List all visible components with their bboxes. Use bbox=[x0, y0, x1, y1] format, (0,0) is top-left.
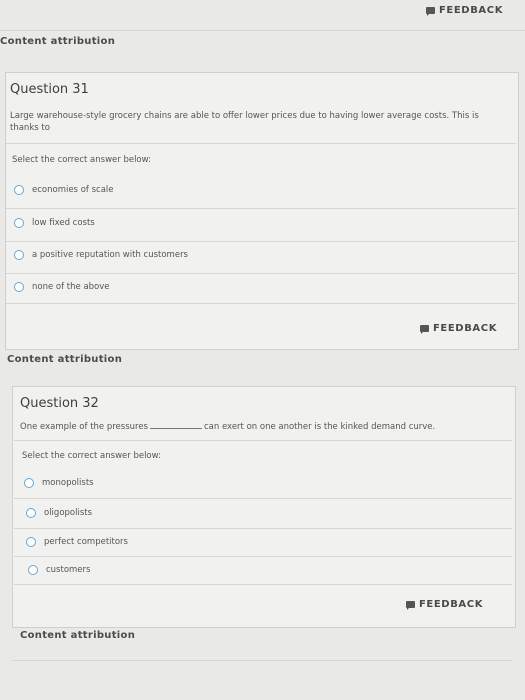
radio-button[interactable] bbox=[24, 478, 34, 488]
option-label: monopolists bbox=[42, 478, 94, 488]
question-32-text: One example of the pressures can exert on… bbox=[20, 421, 510, 433]
option-customers[interactable]: customers bbox=[28, 565, 90, 575]
option-monopolists[interactable]: monopolists bbox=[24, 478, 94, 488]
option-label: a positive reputation with customers bbox=[32, 250, 188, 260]
content-attribution-link[interactable]: Content attribution bbox=[7, 354, 122, 365]
option-positive-reputation[interactable]: a positive reputation with customers bbox=[14, 250, 188, 260]
select-prompt: Select the correct answer below: bbox=[12, 155, 151, 165]
question-31-text: Large warehouse-style grocery chains are… bbox=[10, 111, 479, 133]
option-none-of-the-above[interactable]: none of the above bbox=[14, 282, 110, 292]
divider bbox=[14, 528, 512, 529]
feedback-label: FEEDBACK bbox=[433, 323, 498, 334]
divider bbox=[14, 498, 512, 499]
option-economies-of-scale[interactable]: economies of scale bbox=[14, 185, 114, 195]
option-label: economies of scale bbox=[32, 185, 114, 195]
radio-button[interactable] bbox=[26, 537, 36, 547]
feedback-button-top[interactable]: FEEDBACK bbox=[426, 5, 503, 16]
divider bbox=[6, 273, 516, 274]
feedback-label: FEEDBACK bbox=[439, 5, 504, 16]
divider bbox=[6, 303, 516, 304]
answer-blank bbox=[150, 428, 202, 429]
radio-button[interactable] bbox=[14, 218, 24, 228]
feedback-icon bbox=[406, 601, 415, 610]
option-label: none of the above bbox=[32, 282, 110, 292]
option-low-fixed-costs[interactable]: low fixed costs bbox=[14, 218, 95, 228]
option-label: low fixed costs bbox=[32, 218, 95, 228]
option-oligopolists[interactable]: oligopolists bbox=[26, 508, 92, 518]
divider bbox=[14, 440, 512, 441]
option-perfect-competitors[interactable]: perfect competitors bbox=[26, 537, 128, 547]
divider bbox=[6, 241, 516, 242]
question-32-title: Question 32 bbox=[20, 396, 99, 411]
feedback-button-q31[interactable]: FEEDBACK bbox=[420, 323, 497, 334]
question-32-text-after: can exert on one another is the kinked d… bbox=[204, 422, 436, 432]
radio-button[interactable] bbox=[14, 250, 24, 260]
content-attribution-link[interactable]: Content attribution bbox=[20, 630, 135, 641]
divider bbox=[6, 143, 516, 144]
divider bbox=[14, 556, 512, 557]
divider bbox=[14, 584, 512, 585]
radio-button[interactable] bbox=[26, 508, 36, 518]
option-label: oligopolists bbox=[44, 508, 93, 518]
radio-button[interactable] bbox=[14, 282, 24, 292]
option-label: customers bbox=[46, 565, 91, 575]
question-32-text-before: One example of the pressures bbox=[20, 422, 148, 432]
radio-button[interactable] bbox=[14, 185, 24, 195]
feedback-icon bbox=[426, 7, 435, 16]
question-31-title: Question 31 bbox=[10, 82, 89, 97]
feedback-label: FEEDBACK bbox=[419, 599, 484, 610]
divider bbox=[0, 30, 525, 31]
feedback-button-q32[interactable]: FEEDBACK bbox=[406, 599, 483, 610]
divider bbox=[12, 660, 512, 661]
feedback-icon bbox=[420, 325, 429, 334]
option-label: perfect competitors bbox=[44, 537, 128, 547]
select-prompt: Select the correct answer below: bbox=[22, 451, 161, 461]
radio-button[interactable] bbox=[28, 565, 38, 575]
content-attribution-link[interactable]: Content attribution bbox=[0, 36, 115, 47]
divider bbox=[6, 208, 516, 209]
